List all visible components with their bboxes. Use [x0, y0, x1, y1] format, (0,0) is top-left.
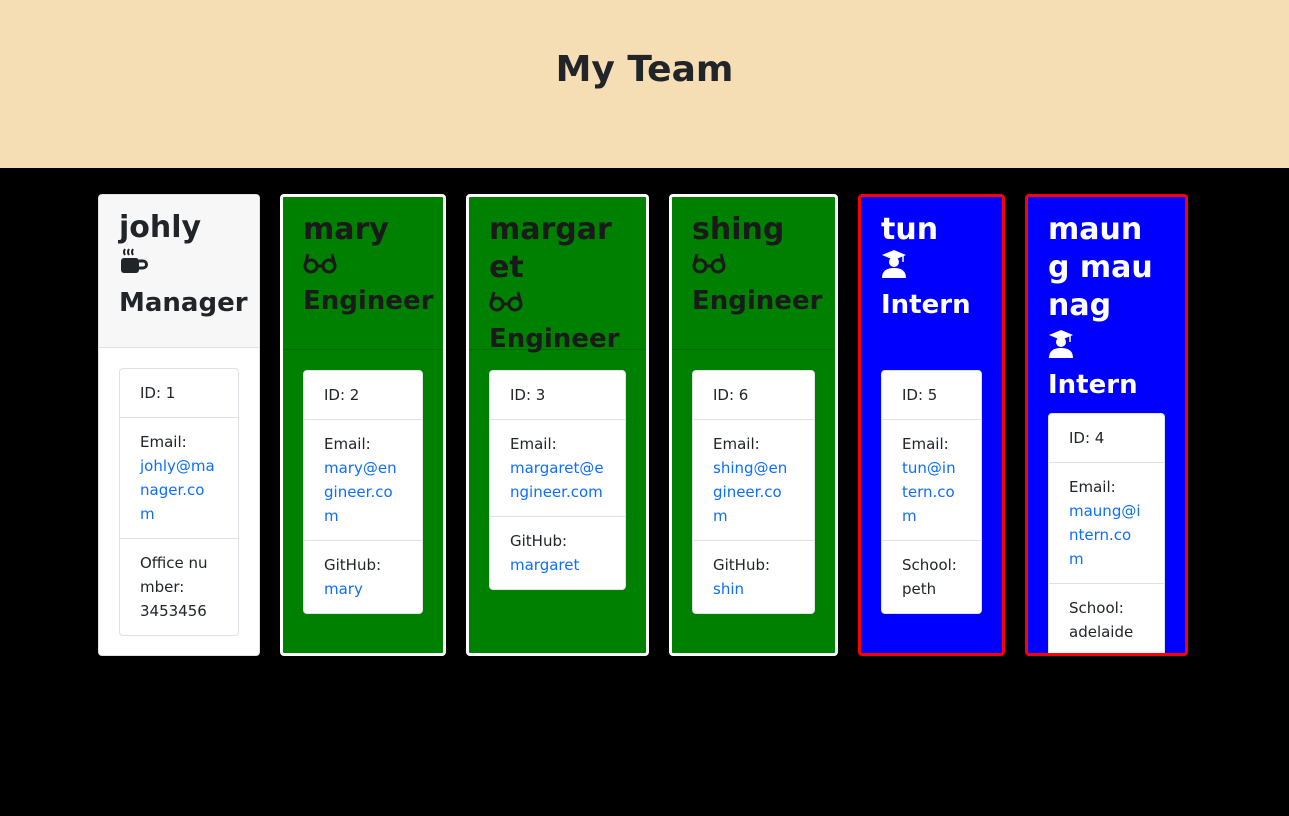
email-link[interactable]: shing@engineer.com [713, 459, 787, 525]
member-details: ID: 3 Email: margaret@engineer.com GitHu… [489, 370, 626, 590]
member-role: Engineer [489, 287, 626, 356]
member-role: Intern [881, 249, 982, 322]
role-label: Manager [119, 288, 248, 318]
member-details: ID: 1 Email: johly@manager.com Office nu… [119, 368, 239, 636]
engineer-card: margaret Engineer ID: 3 Email: margaret@… [466, 194, 649, 656]
email-item: Email: tun@intern.com [882, 420, 981, 541]
email-link[interactable]: maung@intern.com [1069, 502, 1141, 568]
email-label: Email: [902, 435, 949, 453]
engineer-card: mary Engineer ID: 2 Email: mary@engineer… [280, 194, 446, 656]
role-label: Intern [1048, 370, 1138, 400]
member-role: Engineer [692, 249, 822, 318]
office-number-item: Office number: 3453456 [120, 539, 238, 635]
email-item: Email: margaret@engineer.com [490, 420, 625, 517]
id-item: ID: 2 [304, 371, 422, 420]
id-item: ID: 1 [120, 369, 238, 418]
email-link[interactable]: mary@engineer.com [324, 459, 397, 525]
school-value: peth [902, 580, 937, 598]
member-details: ID: 2 Email: mary@engineer.com GitHub: m… [303, 370, 423, 614]
member-name: maung maunag [1048, 212, 1153, 323]
school-item: School: adelaide [1049, 584, 1164, 653]
email-item: Email: mary@engineer.com [304, 420, 422, 541]
manager-card: johly Manager ID: 1 Email: johly@manager… [98, 194, 260, 656]
glasses-icon [303, 250, 337, 284]
email-label: Email: [713, 435, 760, 453]
id-item: ID: 3 [490, 371, 625, 420]
school-item: School: peth [882, 541, 981, 613]
github-item: GitHub: shin [693, 541, 814, 613]
email-label: Email: [510, 435, 557, 453]
email-item: Email: shing@engineer.com [693, 420, 814, 541]
glasses-icon [489, 288, 523, 322]
github-link[interactable]: shin [713, 580, 744, 598]
member-role: Manager [119, 247, 248, 320]
card-header: shing Engineer [672, 197, 835, 350]
member-name: shing [692, 212, 785, 247]
role-label: Engineer [692, 285, 823, 316]
member-name: johly [119, 210, 202, 245]
role-label: Engineer [489, 323, 620, 354]
engineer-card: shing Engineer ID: 6 Email: shing@engine… [669, 194, 838, 656]
github-link[interactable]: margaret [510, 556, 579, 574]
email-label: Email: [1069, 478, 1116, 496]
github-item: GitHub: margaret [490, 517, 625, 589]
github-label: GitHub: [713, 556, 771, 574]
member-name: mary [303, 212, 389, 247]
email-item: Email: maung@intern.com [1049, 463, 1164, 584]
id-item: ID: 5 [882, 371, 981, 420]
coffee-icon [119, 247, 149, 286]
graduate-icon [1048, 329, 1074, 368]
email-label: Email: [324, 435, 371, 453]
intern-card: tun Intern ID: 5 Email: tun@intern.com S… [858, 194, 1005, 656]
id-item: ID: 4 [1049, 414, 1164, 463]
card-header: tun Intern [861, 197, 1002, 322]
github-link[interactable]: mary [324, 580, 363, 598]
page-header: My Team [0, 0, 1289, 168]
member-role: Intern [1048, 329, 1165, 402]
page-title: My Team [555, 49, 734, 90]
role-label: Intern [881, 290, 971, 320]
glasses-icon [692, 250, 726, 284]
github-label: GitHub: [324, 556, 382, 574]
card-header: maung maunag Intern [1028, 197, 1185, 402]
email-item: Email: johly@manager.com [120, 418, 238, 539]
id-item: ID: 6 [693, 371, 814, 420]
member-details: ID: 6 Email: shing@engineer.com GitHub: … [692, 370, 815, 614]
graduate-icon [881, 249, 907, 288]
office-number-label: Office number: [140, 554, 208, 596]
email-link[interactable]: johly@manager.com [140, 457, 215, 523]
card-header: mary Engineer [283, 197, 443, 350]
github-item: GitHub: mary [304, 541, 422, 613]
member-name: margaret [489, 212, 612, 285]
member-details: ID: 5 Email: tun@intern.com School: peth [881, 370, 982, 614]
school-value: adelaide [1069, 623, 1134, 641]
card-header: johly Manager [99, 195, 259, 348]
office-number-value: 3453456 [140, 602, 207, 620]
role-label: Engineer [303, 285, 434, 316]
github-label: GitHub: [510, 532, 568, 550]
email-link[interactable]: margaret@engineer.com [510, 459, 604, 501]
school-label: School: [1069, 599, 1124, 617]
email-label: Email: [140, 433, 187, 451]
card-header: margaret Engineer [469, 197, 646, 354]
member-role: Engineer [303, 249, 433, 318]
school-label: School: [902, 556, 957, 574]
member-name: tun [881, 212, 939, 247]
member-details: ID: 4 Email: maung@intern.com School: ad… [1048, 413, 1165, 653]
email-link[interactable]: tun@intern.com [902, 459, 956, 525]
intern-card: maung maunag Intern ID: 4 Email: maung@i… [1025, 194, 1188, 656]
